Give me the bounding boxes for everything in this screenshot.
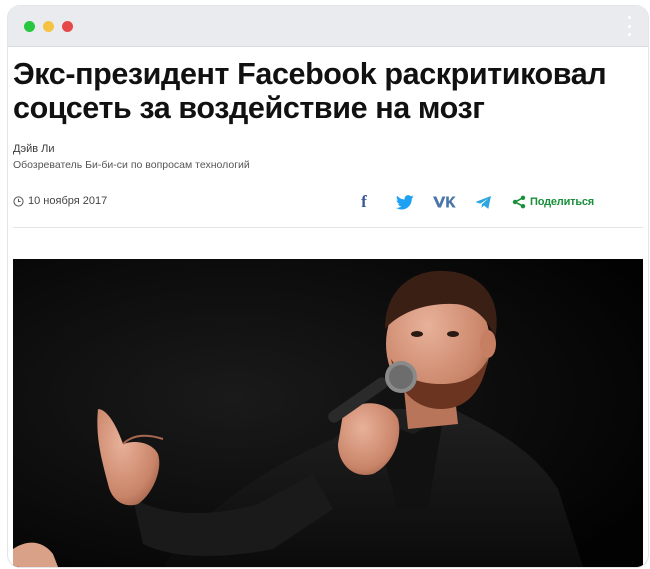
twitter-icon[interactable] — [396, 191, 414, 213]
publish-date: 10 ноября 2017 — [13, 195, 107, 207]
clock-icon — [13, 195, 24, 207]
share-label: Поделиться — [530, 196, 595, 208]
window-minimize-button[interactable] — [43, 21, 54, 32]
share-button[interactable]: Поделиться — [512, 191, 594, 213]
share-icon — [512, 195, 526, 209]
author-role: Обозреватель Би-би-си по вопросам технол… — [13, 159, 250, 171]
window-close-button[interactable] — [62, 21, 73, 32]
telegram-icon[interactable] — [474, 191, 492, 213]
window-maximize-button[interactable] — [24, 21, 35, 32]
author-name[interactable]: Дэйв Ли — [13, 143, 54, 155]
article-page: Экс-президент Facebook раскритиковал соц… — [8, 47, 648, 567]
share-bar: f Поделиться — [358, 191, 594, 213]
browser-window: Экс-президент Facebook раскритиковал соц… — [8, 6, 648, 567]
vk-icon[interactable] — [432, 191, 456, 213]
more-options-icon[interactable] — [626, 16, 632, 36]
date-text: 10 ноября 2017 — [28, 195, 108, 207]
window-titlebar — [8, 6, 648, 47]
article-photo — [13, 259, 643, 567]
facebook-icon[interactable]: f — [358, 191, 370, 213]
article-headline: Экс-президент Facebook раскритиковал соц… — [13, 57, 607, 125]
header-divider — [13, 227, 643, 228]
